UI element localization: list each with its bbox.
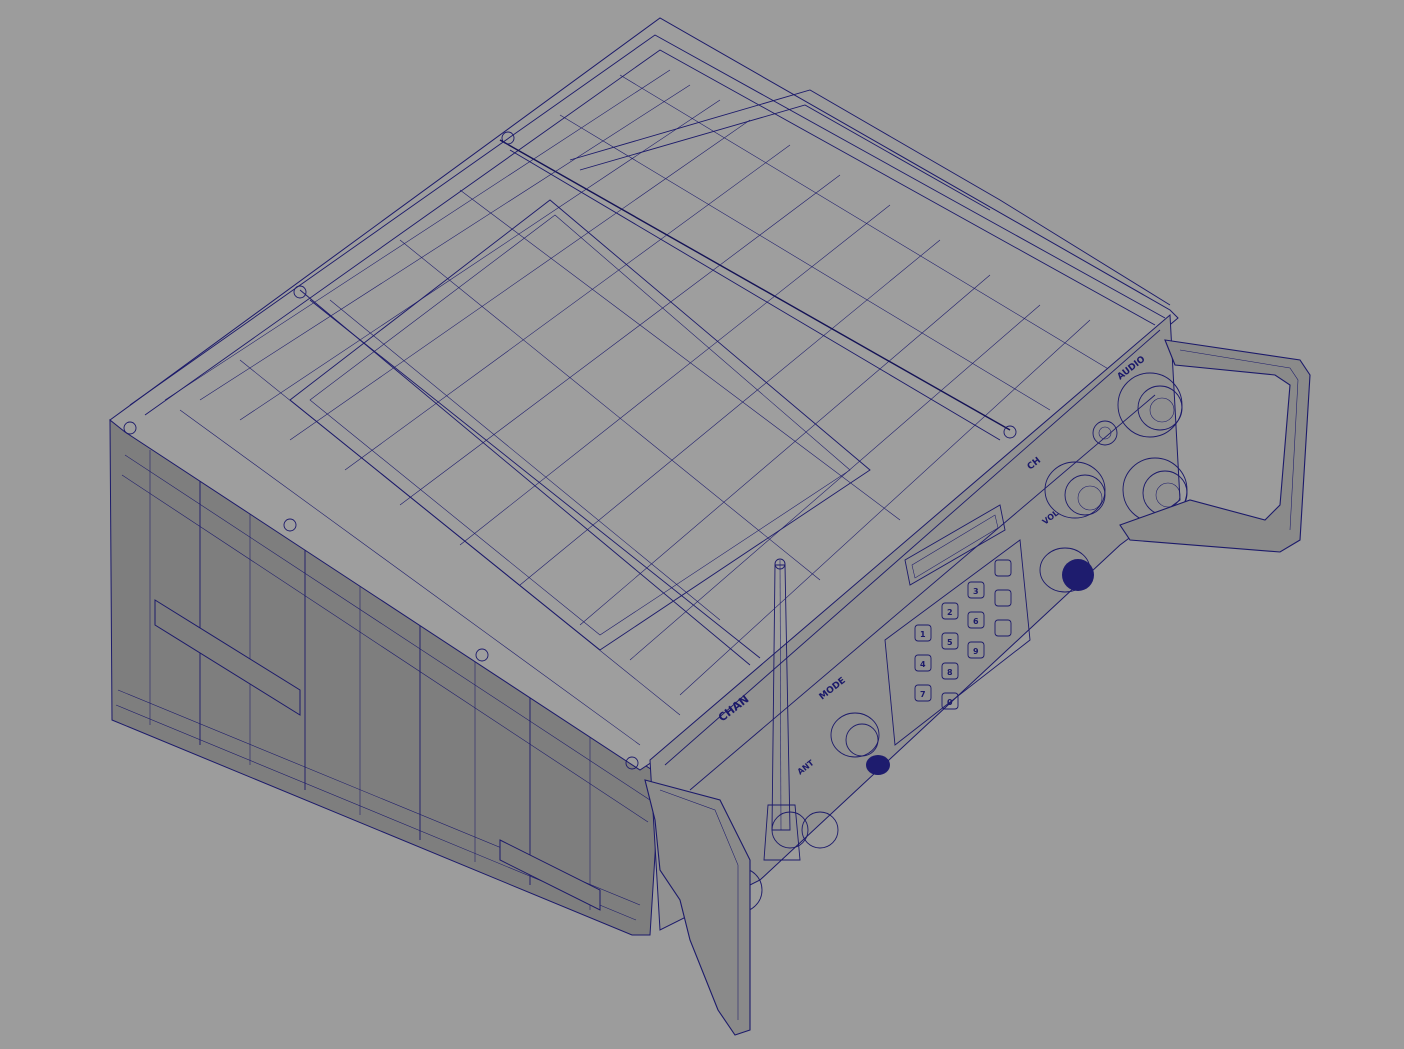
svg-text:8: 8 (947, 668, 953, 677)
svg-text:5: 5 (947, 638, 953, 647)
svg-text:4: 4 (920, 660, 926, 669)
svg-text:7: 7 (920, 690, 926, 699)
svg-text:3: 3 (973, 587, 979, 596)
wireframe-model: 1 2 3 4 5 6 7 8 9 0 CHAN MODE CH AUDIO A… (109, 17, 1311, 1036)
svg-text:6: 6 (973, 617, 979, 626)
3d-viewport[interactable]: 1 2 3 4 5 6 7 8 9 0 CHAN MODE CH AUDIO A… (0, 0, 1404, 1049)
svg-text:9: 9 (973, 647, 979, 656)
svg-text:2: 2 (947, 608, 953, 617)
svg-text:0: 0 (947, 698, 953, 707)
svg-text:1: 1 (920, 630, 926, 639)
